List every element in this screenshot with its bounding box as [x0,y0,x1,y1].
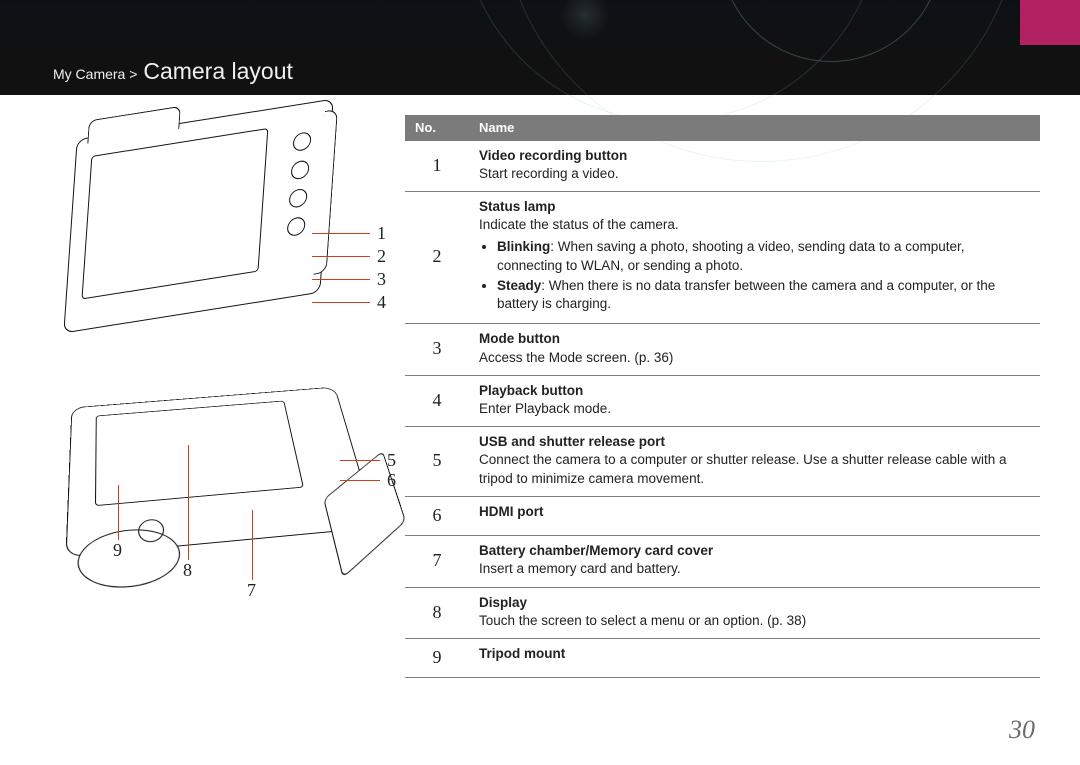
callout-4: 4 [377,292,386,313]
callout-3: 3 [377,269,386,290]
breadcrumb-sep: > [129,66,137,82]
table-row: 7Battery chamber/Memory card coverInsert… [405,536,1040,587]
table-row: 2Status lampIndicate the status of the c… [405,191,1040,323]
callout-2: 2 [377,246,386,267]
row-desc: Connect the camera to a computer or shut… [479,451,1030,487]
row-desc: Start recording a video. [479,165,1030,183]
row-number: 2 [405,191,469,323]
table-row: 6 HDMI port [405,496,1040,535]
callout-7: 7 [247,580,256,601]
row-title: Mode button [479,330,1030,348]
page-number: 30 [1009,715,1035,745]
breadcrumb: My Camera > Camera layout [53,58,293,85]
callout-1: 1 [377,223,386,244]
row-body: Playback buttonEnter Playback mode. [469,375,1040,426]
row-desc: Insert a memory card and battery. [479,560,1030,578]
row-desc: Access the Mode screen. (p. 36) [479,349,1030,367]
row-number: 4 [405,375,469,426]
row-title: Battery chamber/Memory card cover [479,542,1030,560]
row-desc: Enter Playback mode. [479,400,1030,418]
row-desc: Touch the screen to select a menu or an … [479,612,1030,630]
row-body: Mode buttonAccess the Mode screen. (p. 3… [469,324,1040,375]
diagram-column: 1 2 3 4 5 6 9 8 7 [40,115,390,725]
row-body: Tripod mount [469,639,1040,678]
row-desc: Indicate the status of the camera. [479,216,1030,234]
callout-8: 8 [183,560,192,581]
accent-tab [1020,0,1080,45]
row-bullet: Blinking: When saving a photo, shooting … [497,238,1030,274]
row-number: 3 [405,324,469,375]
callout-9: 9 [113,540,122,561]
table-row: 5USB and shutter release portConnect the… [405,427,1040,497]
breadcrumb-section: My Camera [53,66,125,82]
content: 1 2 3 4 5 6 9 8 7 No. Name [40,115,1040,725]
row-body: DisplayTouch the screen to select a menu… [469,587,1040,638]
parts-table-wrap: No. Name 1Video recording buttonStart re… [390,115,1040,725]
page-title: Camera layout [143,58,293,84]
row-number: 8 [405,587,469,638]
row-title: Status lamp [479,198,1030,216]
row-title: Video recording button [479,147,1030,165]
row-number: 7 [405,536,469,587]
row-body: Status lampIndicate the status of the ca… [469,191,1040,323]
row-title: Tripod mount [479,645,1030,663]
row-number: 5 [405,427,469,497]
table-row: 4Playback buttonEnter Playback mode. [405,375,1040,426]
row-title: HDMI port [479,503,1030,521]
table-row: 3Mode buttonAccess the Mode screen. (p. … [405,324,1040,375]
row-number: 9 [405,639,469,678]
header-bar: My Camera > Camera layout [0,0,1080,95]
table-row: 1Video recording buttonStart recording a… [405,141,1040,192]
row-body: USB and shutter release portConnect the … [469,427,1040,497]
camera-bottom-illustration [65,387,376,557]
row-body: Video recording buttonStart recording a … [469,141,1040,192]
callout-5: 5 [387,450,396,471]
row-number: 6 [405,496,469,535]
col-no: No. [405,115,469,141]
row-title: Display [479,594,1030,612]
row-title: USB and shutter release port [479,433,1030,451]
camera-back-illustration [63,99,333,334]
table-row: 9 Tripod mount [405,639,1040,678]
parts-table: No. Name 1Video recording buttonStart re… [405,115,1040,678]
row-body: Battery chamber/Memory card coverInsert … [469,536,1040,587]
col-name: Name [469,115,1040,141]
table-row: 8DisplayTouch the screen to select a men… [405,587,1040,638]
row-body: HDMI port [469,496,1040,535]
row-bullet: Steady: When there is no data transfer b… [497,277,1030,313]
row-bullets: Blinking: When saving a photo, shooting … [479,238,1030,313]
row-number: 1 [405,141,469,192]
row-title: Playback button [479,382,1030,400]
callout-6: 6 [387,470,396,491]
